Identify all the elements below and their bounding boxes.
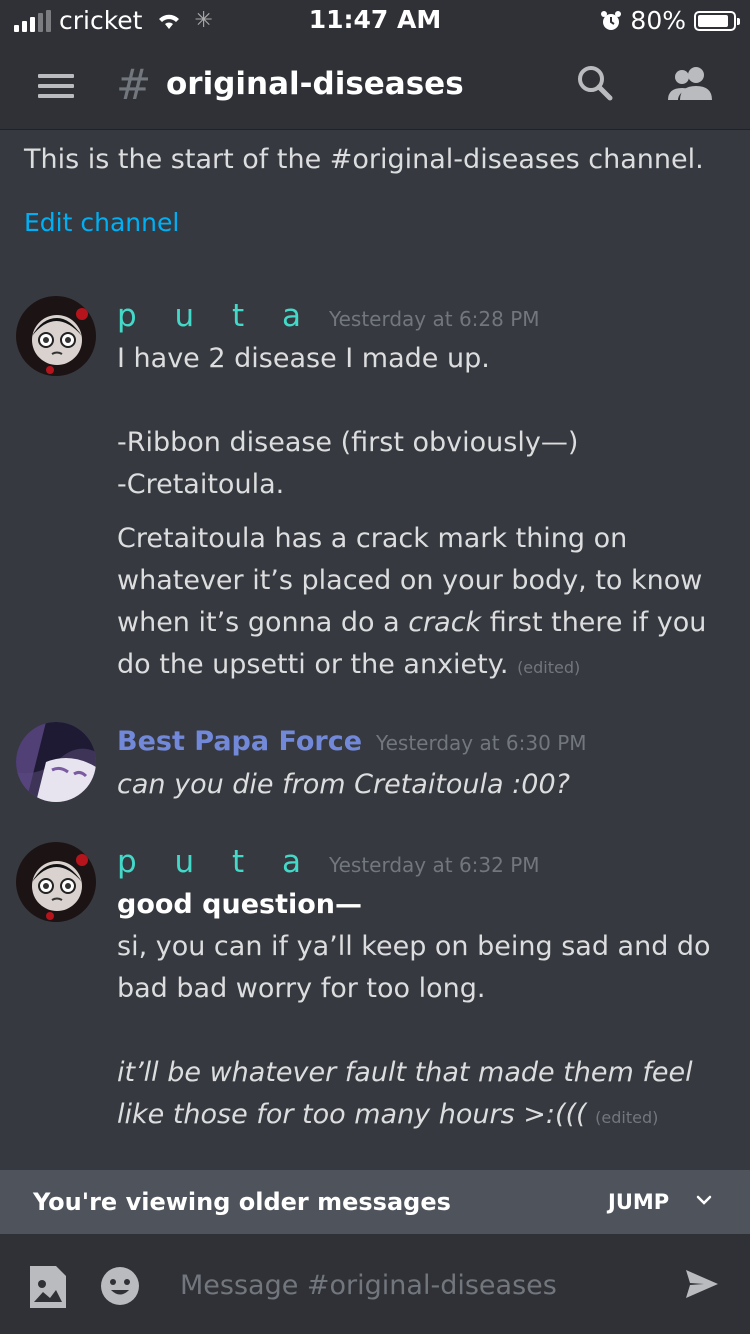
send-icon[interactable] xyxy=(684,1268,720,1300)
emoji-icon[interactable] xyxy=(100,1266,140,1306)
message-line-italic: it’ll be whatever fault that made them f… xyxy=(117,1052,732,1139)
message-text: can you die from Cretaitoula :00? xyxy=(117,769,570,800)
message-line: si, you can if ya’ll keep on being sad a… xyxy=(117,931,711,1004)
message-text-italic: crack xyxy=(408,607,482,638)
status-right: 80% xyxy=(600,6,740,35)
timestamp: Yesterday at 6:30 PM xyxy=(376,731,587,755)
chevron-down-icon[interactable] xyxy=(694,1190,714,1210)
battery-icon xyxy=(694,10,740,31)
message-input[interactable] xyxy=(178,1264,652,1306)
image-icon[interactable] xyxy=(28,1264,68,1310)
edited-label: (edited) xyxy=(595,1108,659,1127)
message-text: Cretaitoula has a crack mark thing on wh… xyxy=(117,518,732,689)
message-line: -Ribbon disease (first obviously—) xyxy=(117,427,579,458)
author-name[interactable]: p u t a xyxy=(117,844,315,880)
timestamp: Yesterday at 6:28 PM xyxy=(329,307,540,331)
avatar[interactable] xyxy=(16,722,96,802)
channel-intro: This is the start of the #original-disea… xyxy=(24,144,704,175)
older-messages-bar[interactable]: You're viewing older messages JUMP xyxy=(0,1170,750,1234)
message-header: Best Papa Force Yesterday at 6:30 PM xyxy=(117,726,587,757)
message-line: I have 2 disease I made up. xyxy=(117,343,490,374)
message-text: good question— si, you can if ya’ll keep… xyxy=(117,884,732,1139)
message-line: -Cretaitoula. xyxy=(117,469,285,500)
edit-channel-link[interactable]: Edit channel xyxy=(24,208,179,237)
members-icon[interactable] xyxy=(666,66,714,102)
menu-icon[interactable] xyxy=(38,74,74,104)
message-bold-line: good question— xyxy=(117,889,363,920)
hash-icon: # xyxy=(116,60,152,109)
older-messages-text: You're viewing older messages xyxy=(33,1188,451,1216)
jump-button[interactable]: JUMP xyxy=(608,1190,669,1214)
message-header: p u t a Yesterday at 6:32 PM xyxy=(117,844,540,880)
search-icon[interactable] xyxy=(576,64,614,102)
author-name[interactable]: Best Papa Force xyxy=(117,726,362,757)
edited-label: (edited) xyxy=(517,658,581,677)
message-spacer xyxy=(117,1010,732,1052)
message-header: p u t a Yesterday at 6:28 PM xyxy=(117,298,540,334)
avatar[interactable] xyxy=(16,296,96,376)
message-composer xyxy=(0,1234,750,1334)
message-text: I have 2 disease I made up. -Ribbon dise… xyxy=(117,338,732,506)
battery-percent: 80% xyxy=(630,6,686,35)
channel-title: original-diseases xyxy=(166,66,464,102)
status-bar: cricket ✳ 11:47 AM 80% xyxy=(0,0,750,40)
timestamp: Yesterday at 6:32 PM xyxy=(329,853,540,877)
channel-header: # original-diseases xyxy=(0,40,750,130)
message-line xyxy=(117,380,732,422)
avatar[interactable] xyxy=(16,842,96,922)
author-name[interactable]: p u t a xyxy=(117,298,315,334)
alarm-icon xyxy=(601,10,622,30)
